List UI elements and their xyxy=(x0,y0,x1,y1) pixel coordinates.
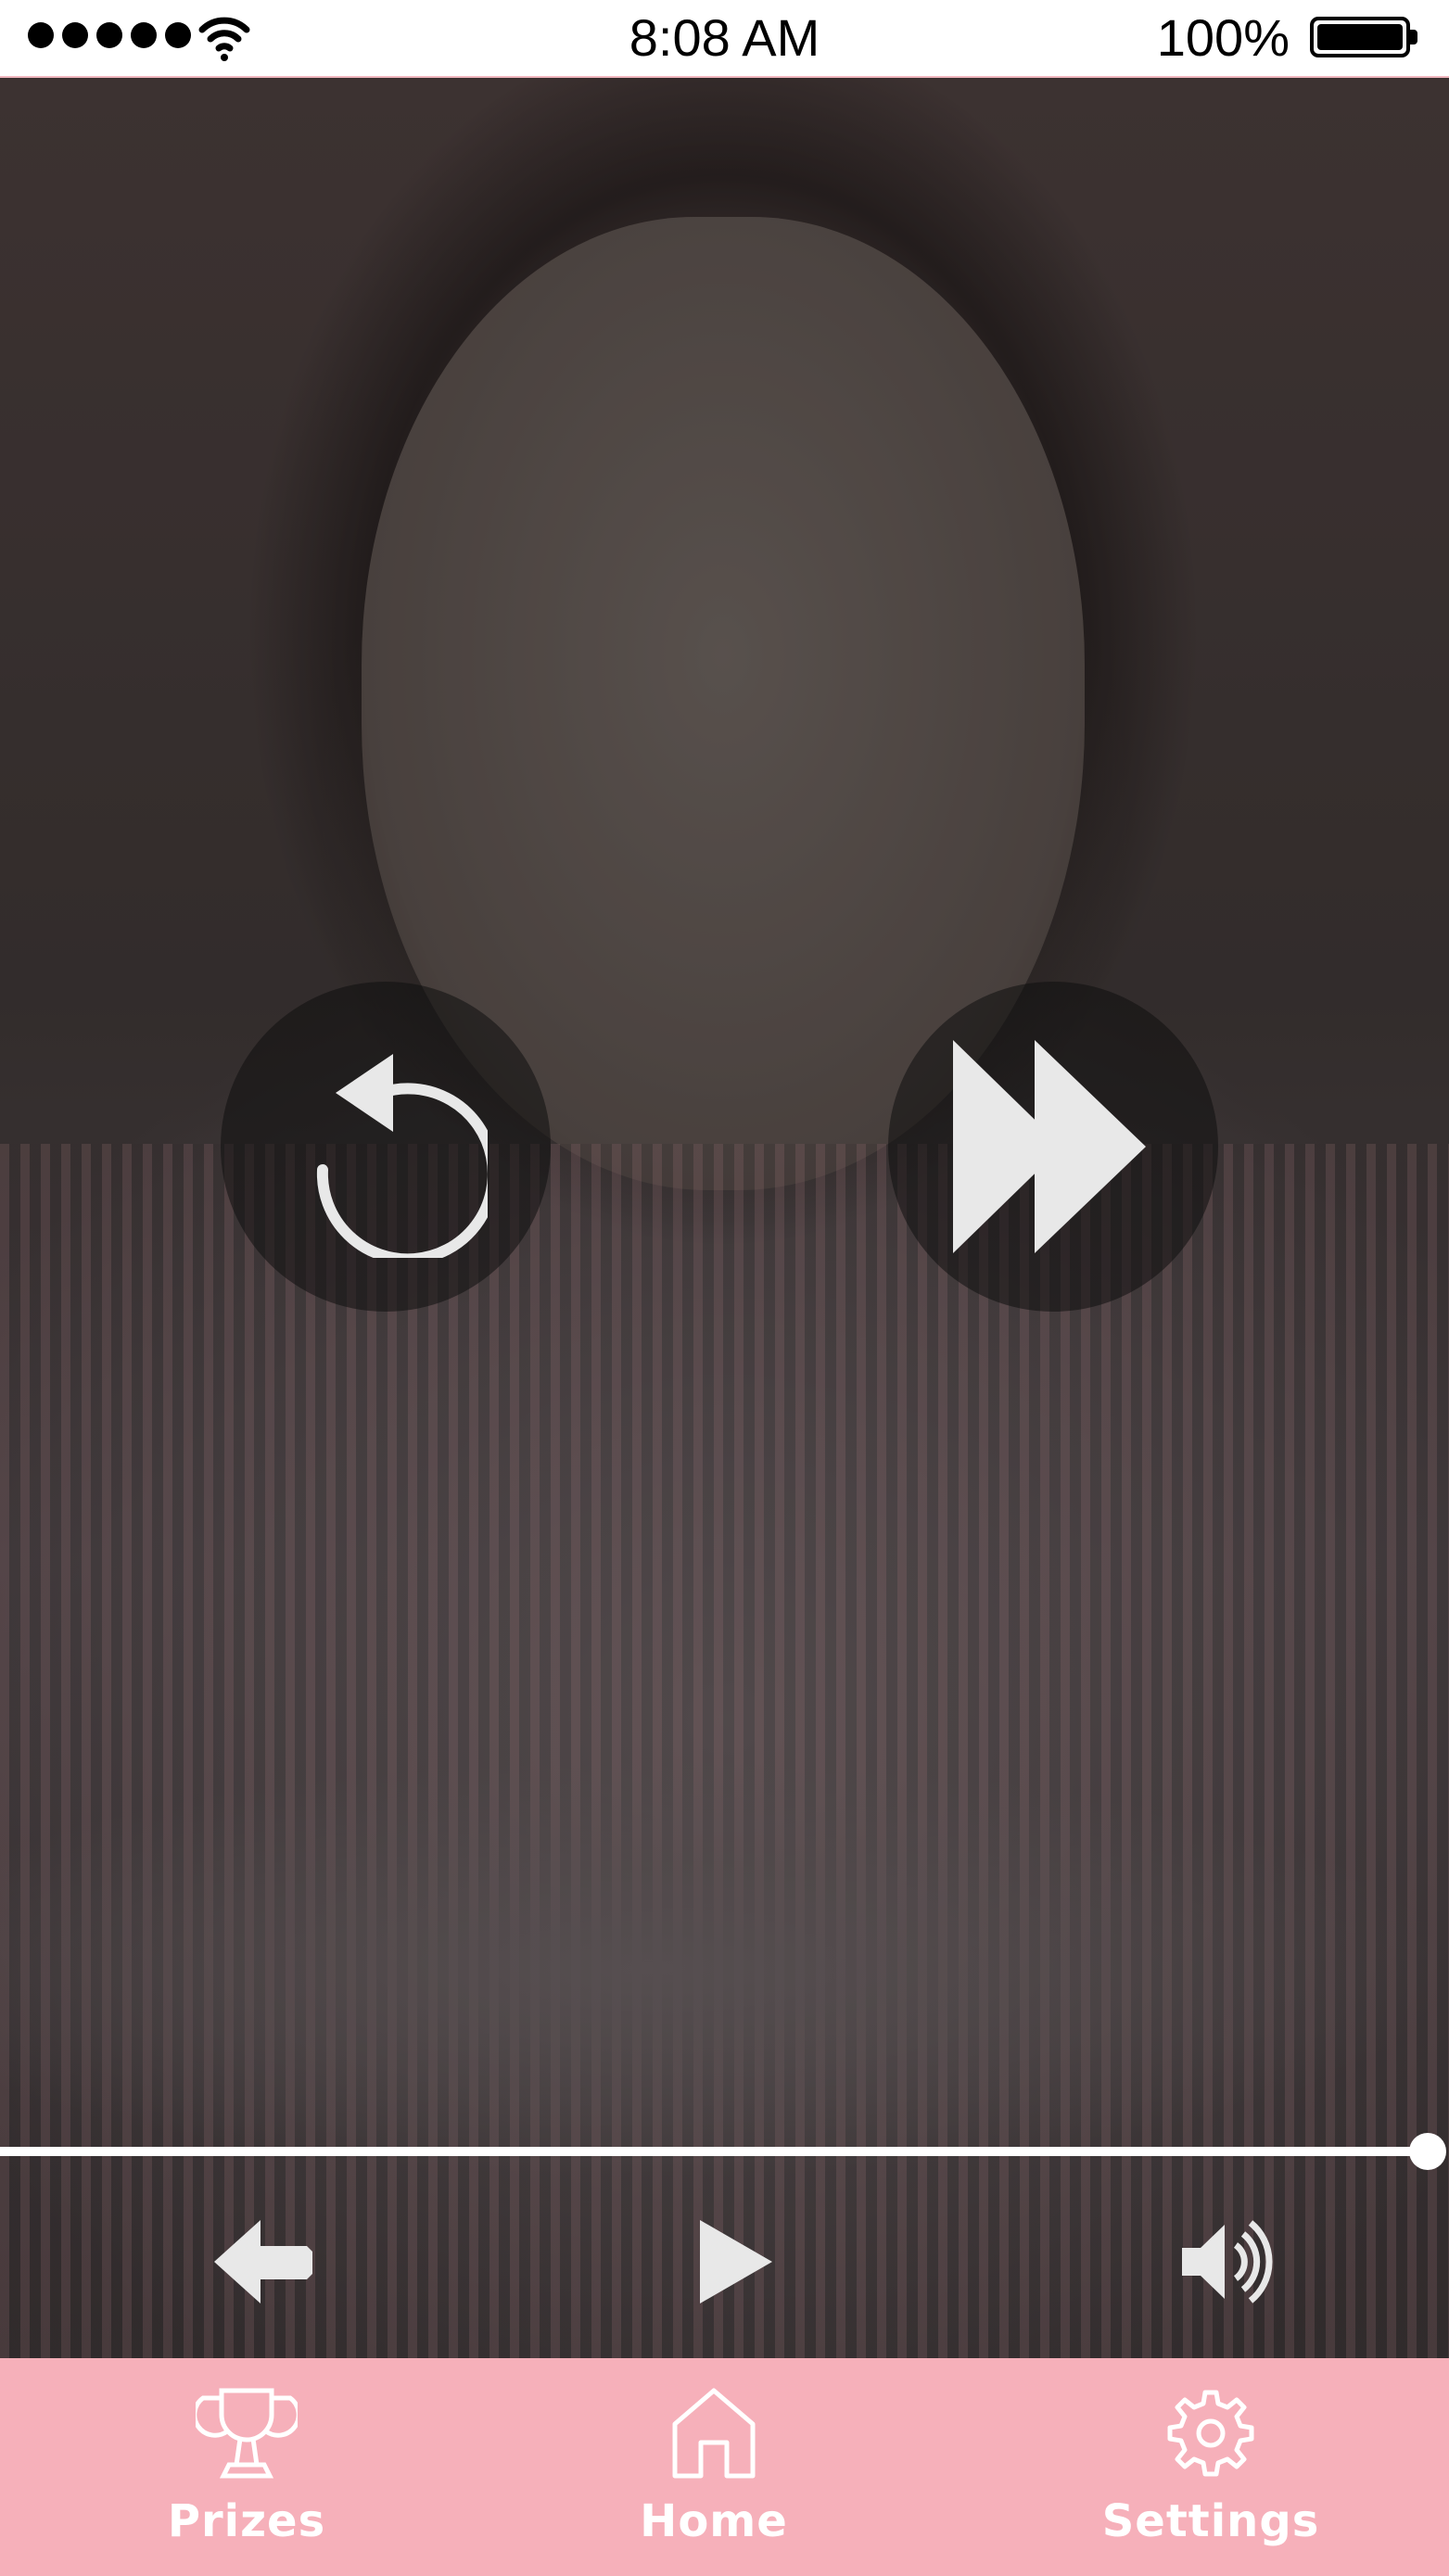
progress-track[interactable] xyxy=(0,2147,1430,2156)
tab-home[interactable]: Home xyxy=(575,2358,853,2576)
volume-button[interactable] xyxy=(1177,2211,1279,2313)
back-button[interactable] xyxy=(210,2215,321,2308)
tab-settings[interactable]: Settings xyxy=(1072,2358,1350,2576)
play-button[interactable] xyxy=(686,2211,788,2313)
fast-forward-icon xyxy=(953,1040,1146,1253)
video-frame[interactable] xyxy=(0,78,1449,2358)
home-icon xyxy=(669,2382,758,2484)
progress-knob[interactable] xyxy=(1409,2133,1446,2170)
tab-bar: Prizes Home Settings xyxy=(0,2358,1449,2576)
play-icon xyxy=(700,2220,772,2303)
tab-settings-label: Settings xyxy=(1101,2495,1320,2547)
trophy-icon xyxy=(196,2382,298,2484)
status-bar: 8:08 AM 100% xyxy=(0,0,1449,78)
tab-home-label: Home xyxy=(640,2495,788,2547)
tab-prizes[interactable]: Prizes xyxy=(108,2358,386,2576)
battery-icon xyxy=(1310,17,1417,57)
battery-percentage: 100% xyxy=(1156,8,1290,67)
volume-icon xyxy=(1182,2220,1273,2303)
back-arrow-icon xyxy=(214,2220,312,2303)
fast-forward-button[interactable] xyxy=(888,982,1218,1312)
tab-prizes-label: Prizes xyxy=(167,2495,326,2547)
gear-icon xyxy=(1164,2382,1257,2484)
replay-icon xyxy=(316,1054,488,1258)
replay-button[interactable] xyxy=(221,982,551,1312)
